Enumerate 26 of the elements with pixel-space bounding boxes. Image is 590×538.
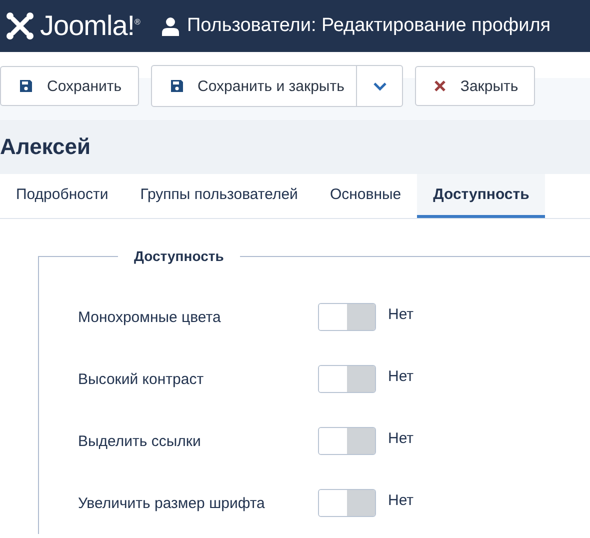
tab[interactable]: Доступность [417, 174, 546, 218]
toggle-switch[interactable] [318, 365, 376, 393]
tab[interactable]: Основные [314, 174, 418, 218]
toggle-value: Нет [388, 492, 414, 508]
toggle-value: Нет [388, 430, 414, 446]
save-button[interactable]: Сохранить [0, 66, 139, 106]
toggle-switch[interactable] [318, 489, 376, 517]
option-label: Высокий контраст [78, 370, 205, 388]
chevron-down-icon [372, 82, 387, 90]
user-icon [162, 16, 179, 36]
toggle-value: Нет [388, 368, 414, 384]
fieldset-legend: Доступность [118, 248, 240, 264]
logo-text: Joomla!$^{®}$ [40, 10, 140, 42]
option-label: Выделить ссылки [78, 432, 202, 450]
toggle-switch[interactable] [318, 303, 376, 331]
close-button[interactable]: Закрыть [415, 66, 536, 106]
tab[interactable]: Подробности [0, 174, 124, 218]
logo-icon [6, 12, 34, 40]
toggle-switch[interactable] [318, 427, 376, 455]
tab[interactable]: Группы пользователей [124, 174, 314, 218]
close-icon [434, 80, 446, 92]
page-title: Алексей [0, 134, 91, 160]
page-header-title: Пользователи: Редактирование профиля [186, 15, 551, 37]
option-label: Монохромные цвета [78, 308, 222, 326]
toggle-value: Нет [388, 306, 414, 322]
option-label: Увеличить размер шрифта [78, 494, 266, 512]
